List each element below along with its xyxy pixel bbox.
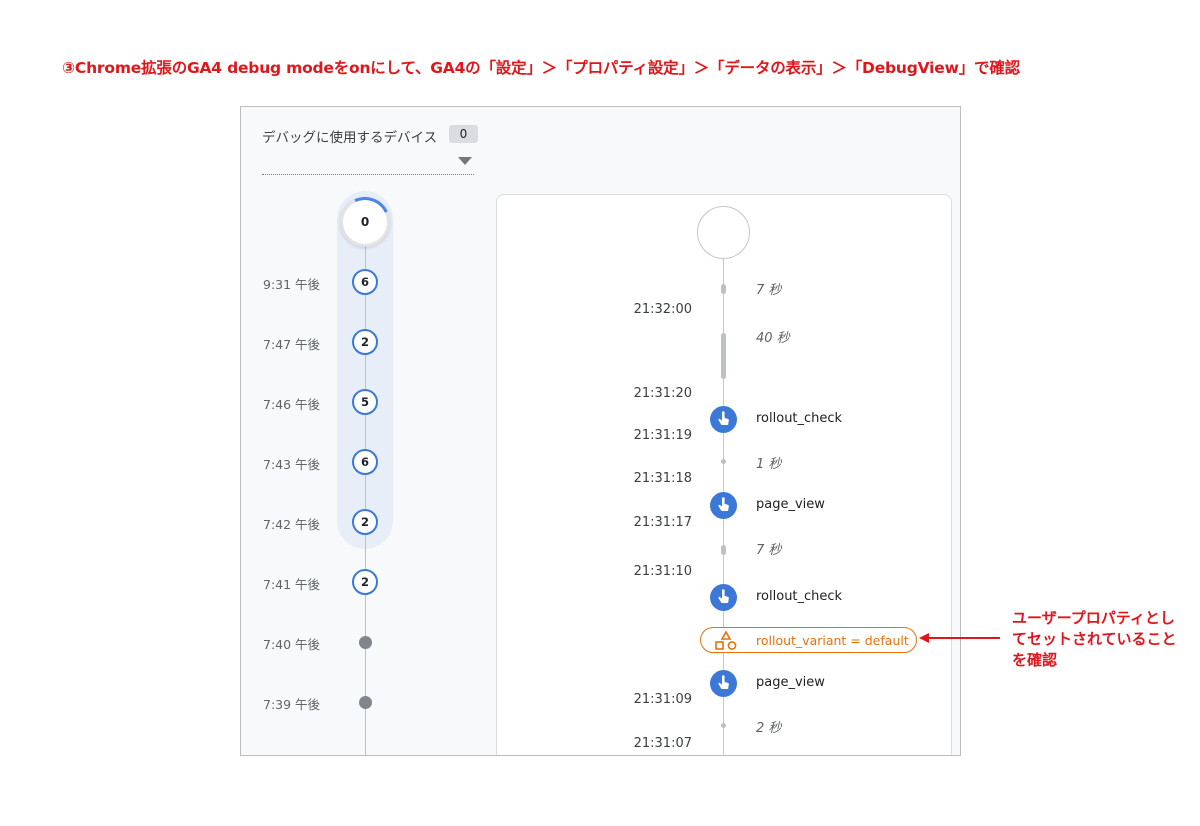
minute-time: 7:47 午後 <box>263 337 321 352</box>
device-select-underline[interactable] <box>262 174 474 175</box>
event-name[interactable]: rollout_check <box>756 411 842 426</box>
minute-empty-dot[interactable] <box>359 696 372 709</box>
annotation-note: ユーザープロパティとしてセットされていることを確認 <box>1012 609 1177 669</box>
event-name[interactable]: rollout_check <box>756 589 842 604</box>
seconds-stream-card: 7 秒 21:32:00 40 秒 21:31:20 rollout_check… <box>496 194 952 755</box>
minute-time: 7:41 午後 <box>263 577 321 592</box>
timestamp: 21:32:00 <box>633 302 692 317</box>
minute-stream-line <box>365 223 366 755</box>
minute-row[interactable]: 7:41 午後 2 <box>241 569 441 595</box>
timestamp: 21:31:18 <box>633 471 692 486</box>
gap-duration: 7 秒 <box>756 283 782 298</box>
timestamp: 21:31:07 <box>633 736 692 751</box>
gap-dot <box>721 459 726 464</box>
minute-row[interactable]: 7:39 午後 <box>241 689 441 715</box>
chevron-down-icon[interactable] <box>458 157 472 165</box>
minute-time: 7:39 午後 <box>263 697 321 712</box>
gap-duration: 2 秒 <box>756 721 782 736</box>
minute-row[interactable]: 7:43 午後 6 <box>241 449 441 475</box>
minute-event-count[interactable]: 5 <box>352 389 378 415</box>
minute-time: 7:43 午後 <box>263 457 321 472</box>
annotation-arrow-line <box>928 637 1000 639</box>
timestamp: 21:31:19 <box>633 428 692 443</box>
touch-icon[interactable] <box>710 492 737 519</box>
minute-row[interactable]: 7:47 午後 2 <box>241 329 441 355</box>
device-count-badge: 0 <box>449 125 478 143</box>
gap-dot <box>721 723 726 728</box>
minute-time: 7:40 午後 <box>263 637 321 652</box>
event-name[interactable]: page_view <box>756 675 825 690</box>
gap-bar <box>721 333 726 379</box>
minute-event-count[interactable]: 2 <box>352 329 378 355</box>
touch-icon[interactable] <box>710 670 737 697</box>
timestamp: 21:31:20 <box>633 386 692 401</box>
instruction-headline: ③Chrome拡張のGA4 debug modeをonにして、GA4の「設定」＞… <box>62 59 1020 77</box>
minute-event-count[interactable]: 6 <box>352 449 378 475</box>
minute-row[interactable]: 7:46 午後 5 <box>241 389 441 415</box>
touch-icon[interactable] <box>710 406 737 433</box>
device-selector-label: デバッグに使用するデバイス <box>262 130 438 146</box>
minute-row[interactable]: 7:40 午後 <box>241 629 441 655</box>
timestamp: 21:31:10 <box>633 564 692 579</box>
minute-time: 9:31 午後 <box>263 277 321 292</box>
touch-icon[interactable] <box>710 584 737 611</box>
arrow-left-icon <box>919 633 929 643</box>
seconds-stream-top-circle <box>697 206 750 259</box>
timestamp: 21:31:09 <box>633 692 692 707</box>
minute-time: 7:46 午後 <box>263 397 321 412</box>
gap-duration: 7 秒 <box>756 543 782 558</box>
user-property-pill[interactable]: rollout_variant = default <box>700 627 917 653</box>
minute-event-count[interactable]: 2 <box>352 509 378 535</box>
gap-bar <box>721 545 726 555</box>
minute-row[interactable]: 9:31 午後 6 <box>241 269 441 295</box>
minute-time: 7:42 午後 <box>263 517 321 532</box>
gap-bar <box>721 284 726 294</box>
debugview-panel: デバッグに使用するデバイス 0 0 9:31 午後 6 7:47 午後 2 7:… <box>240 106 961 756</box>
gap-duration: 40 秒 <box>756 331 790 346</box>
minute-empty-dot[interactable] <box>359 636 372 649</box>
gap-duration: 1 秒 <box>756 457 782 472</box>
user-property-value: rollout_variant = default <box>756 633 909 648</box>
timestamp: 21:31:17 <box>633 515 692 530</box>
minute-row[interactable]: 7:42 午後 2 <box>241 509 441 535</box>
event-name[interactable]: page_view <box>756 497 825 512</box>
minute-event-count[interactable]: 2 <box>352 569 378 595</box>
minute-event-count[interactable]: 6 <box>352 269 378 295</box>
